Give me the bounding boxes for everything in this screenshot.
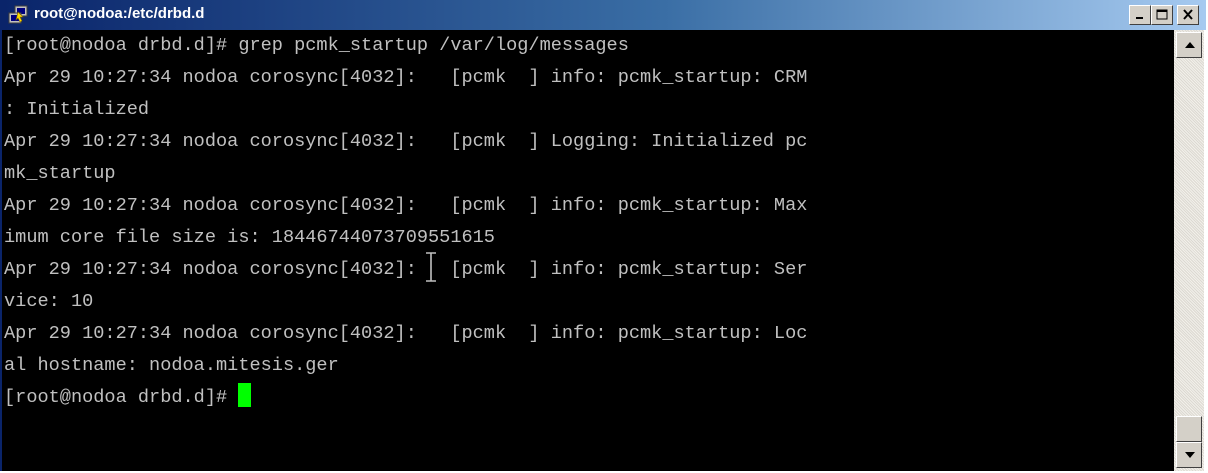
vertical-scrollbar[interactable] xyxy=(1174,30,1204,471)
terminal-window: root@nodoa:/etc/drbd.d [root@nodoa drbd.… xyxy=(0,0,1206,471)
shell-prompt: [root@nodoa drbd.d]# xyxy=(4,387,239,408)
close-button[interactable] xyxy=(1177,5,1199,25)
terminal-line: Apr 29 10:27:34 nodoa corosync[4032]: [p… xyxy=(4,195,808,216)
terminal-output[interactable]: [root@nodoa drbd.d]# grep pcmk_startup /… xyxy=(2,30,1174,471)
close-icon xyxy=(1183,9,1193,20)
minimize-button[interactable] xyxy=(1129,5,1151,25)
scroll-up-button[interactable] xyxy=(1176,32,1202,58)
putty-icon[interactable] xyxy=(8,5,28,25)
window-title: root@nodoa:/etc/drbd.d xyxy=(34,5,205,22)
terminal-line: Apr 29 10:27:34 nodoa corosync[4032]: [p… xyxy=(4,259,808,280)
minimize-icon xyxy=(1136,17,1143,19)
terminal-line: Apr 29 10:27:34 nodoa corosync[4032]: [p… xyxy=(4,323,808,344)
terminal-line: Apr 29 10:27:34 nodoa corosync[4032]: [p… xyxy=(4,131,808,152)
scroll-thumb[interactable] xyxy=(1176,416,1202,442)
maximize-icon xyxy=(1156,9,1168,20)
prompt-line: [root@nodoa drbd.d]# xyxy=(4,382,252,414)
ibeam-cursor-icon xyxy=(426,252,436,282)
title-bar[interactable]: root@nodoa:/etc/drbd.d xyxy=(2,0,1206,30)
scroll-up-arrow-icon xyxy=(1185,42,1195,48)
terminal-line: imum core file size is: 1844674407370955… xyxy=(4,227,495,248)
terminal-line: al hostname: nodoa.mitesis.ger xyxy=(4,355,339,376)
terminal-line: mk_startup xyxy=(4,163,116,184)
text-cursor xyxy=(238,383,252,407)
terminal-line: [root@nodoa drbd.d]# grep pcmk_startup /… xyxy=(4,35,629,56)
terminal-line: vice: 10 xyxy=(4,291,94,312)
maximize-button[interactable] xyxy=(1151,5,1173,25)
terminal-line: : Initialized xyxy=(4,99,150,120)
scroll-down-arrow-icon xyxy=(1185,452,1195,458)
scroll-down-button[interactable] xyxy=(1176,442,1202,468)
terminal-line: Apr 29 10:27:34 nodoa corosync[4032]: [p… xyxy=(4,67,808,88)
